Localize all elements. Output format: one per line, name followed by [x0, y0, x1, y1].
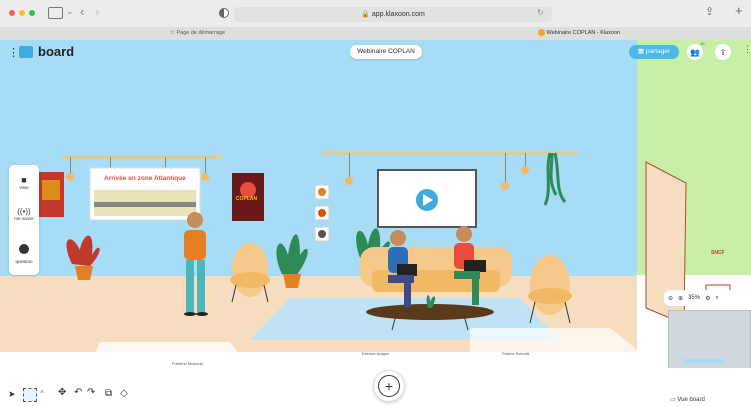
broadcast-icon: ((•)) — [17, 207, 31, 216]
plant-center — [276, 234, 308, 288]
rug-right — [470, 328, 640, 352]
person-standing — [184, 212, 208, 316]
name-label: Patrice Schmitt — [502, 351, 529, 356]
lock-icon: 🔒 — [361, 11, 370, 18]
chair-left — [230, 243, 270, 303]
toolbar-label: question — [15, 259, 33, 264]
banner-text: Arrivée en zone Atlantique — [104, 175, 186, 182]
name-label: Frédéric Michaud — [172, 361, 203, 366]
upload-button[interactable]: ⇪ — [715, 44, 731, 60]
tab-start-page[interactable]: ☆ Page de démarrage — [170, 27, 225, 40]
hanging-plant — [543, 152, 567, 206]
minimize-window-button[interactable] — [19, 10, 25, 16]
selection-tool-icon[interactable] — [23, 388, 37, 402]
share-button[interactable]: ▦ partager — [629, 45, 679, 59]
people-icon: 👥 — [690, 47, 700, 57]
chevron-up-icon[interactable]: ^ — [40, 389, 44, 398]
share-label: partager — [645, 48, 671, 55]
chevron-down-icon[interactable]: ⌄ — [66, 6, 74, 17]
board-view-icon: ▭ — [670, 397, 676, 403]
chair-right — [528, 255, 572, 324]
klaxoon-favicon-icon — [538, 29, 545, 37]
redo-icon[interactable]: ↷ — [87, 387, 95, 398]
back-icon[interactable]: ‹ — [80, 4, 84, 19]
visio-button[interactable]: ■ visio — [9, 175, 39, 190]
layers-icon[interactable]: ⧉ — [105, 388, 112, 399]
more-icon[interactable]: ⋮ — [743, 44, 751, 55]
forward-icon[interactable]: › — [95, 4, 99, 19]
question-button[interactable]: question — [9, 241, 39, 264]
bottom-toolbar: ➤ ^ ✥ ↶ ↷ ⧉ ◇ + ▭ Vue board — [0, 368, 751, 407]
new-tab-icon[interactable]: + — [735, 3, 743, 18]
undo-icon[interactable]: ↶ — [74, 387, 82, 398]
hand-tool-icon[interactable]: ✥ — [58, 387, 66, 398]
participants-button[interactable]: 👥 — [687, 44, 703, 60]
zoom-level: 35% — [688, 295, 701, 301]
poster-coplan-title: COPLAN — [236, 196, 258, 202]
eraser-icon[interactable]: ◇ — [120, 388, 128, 399]
pointer-tool-icon[interactable]: ➤ — [8, 389, 16, 400]
toolbar-label: visio — [19, 185, 29, 190]
view-board-button[interactable]: ▭ Vue board — [670, 396, 705, 403]
zoom-controls: ⊖ ⊕ 35% ⚙ ⌕ — [664, 290, 751, 306]
tab-bar: ☆ Page de démarrage Webinaire COPLAN - K… — [0, 27, 751, 41]
view-board-label: Vue board — [677, 397, 705, 403]
grid-icon: ▦ — [637, 48, 645, 55]
maximize-window-button[interactable] — [29, 10, 35, 16]
upload-icon: ⇪ — [719, 47, 727, 57]
toolbar-label: me suivre — [14, 216, 34, 221]
rug-left — [90, 342, 248, 366]
app-logo: board — [38, 44, 75, 59]
privacy-icon[interactable] — [219, 8, 229, 18]
participants-count: 10 — [700, 41, 705, 46]
left-toolbar: ■ visio ((•)) me suivre question — [9, 165, 39, 275]
board-title[interactable]: Webinaire COPLAN — [350, 45, 422, 59]
tab-klaxoon[interactable]: Webinaire COPLAN - Klaxoon — [538, 27, 620, 40]
url-text: app.klaxoon.com — [371, 11, 425, 18]
share-page-icon[interactable]: ⇪ — [705, 5, 714, 18]
add-button[interactable]: + — [373, 370, 405, 402]
sncf-label: SNCF — [711, 250, 725, 256]
zoom-in-icon[interactable]: ⊕ — [678, 295, 683, 302]
plus-icon: + — [378, 375, 400, 397]
close-window-button[interactable] — [9, 10, 15, 16]
board-logo-icon — [19, 46, 33, 58]
person-seated-right — [454, 226, 486, 305]
chat-bubble-icon — [19, 244, 29, 254]
reload-icon[interactable]: ↻ — [537, 8, 544, 17]
tab-label: Webinaire COPLAN - Klaxoon — [546, 30, 621, 36]
search-icon[interactable]: ⌕ — [715, 295, 718, 302]
plant-left — [66, 235, 100, 280]
browser-toolbar: ⌄ ‹ › 🔒 app.klaxoon.com ↻ ⇪ + — [0, 0, 751, 27]
video-camera-icon: ■ — [21, 175, 27, 185]
zoom-out-icon[interactable]: ⊖ — [668, 295, 673, 302]
name-label: Etienne Aragon — [362, 351, 390, 356]
follow-me-button[interactable]: ((•)) me suivre — [9, 207, 39, 221]
app-menu-icon[interactable]: ⋮ — [8, 46, 19, 59]
tab-label: Page de démarrage — [176, 30, 226, 36]
sidebar-toggle-icon[interactable] — [48, 7, 63, 19]
board-scene — [38, 151, 731, 366]
settings-icon[interactable]: ⚙ — [705, 295, 710, 302]
address-bar[interactable]: 🔒 app.klaxoon.com — [234, 7, 552, 22]
minimap-viewport — [683, 359, 723, 363]
sofa — [360, 247, 512, 292]
person-seated-left — [388, 230, 417, 307]
